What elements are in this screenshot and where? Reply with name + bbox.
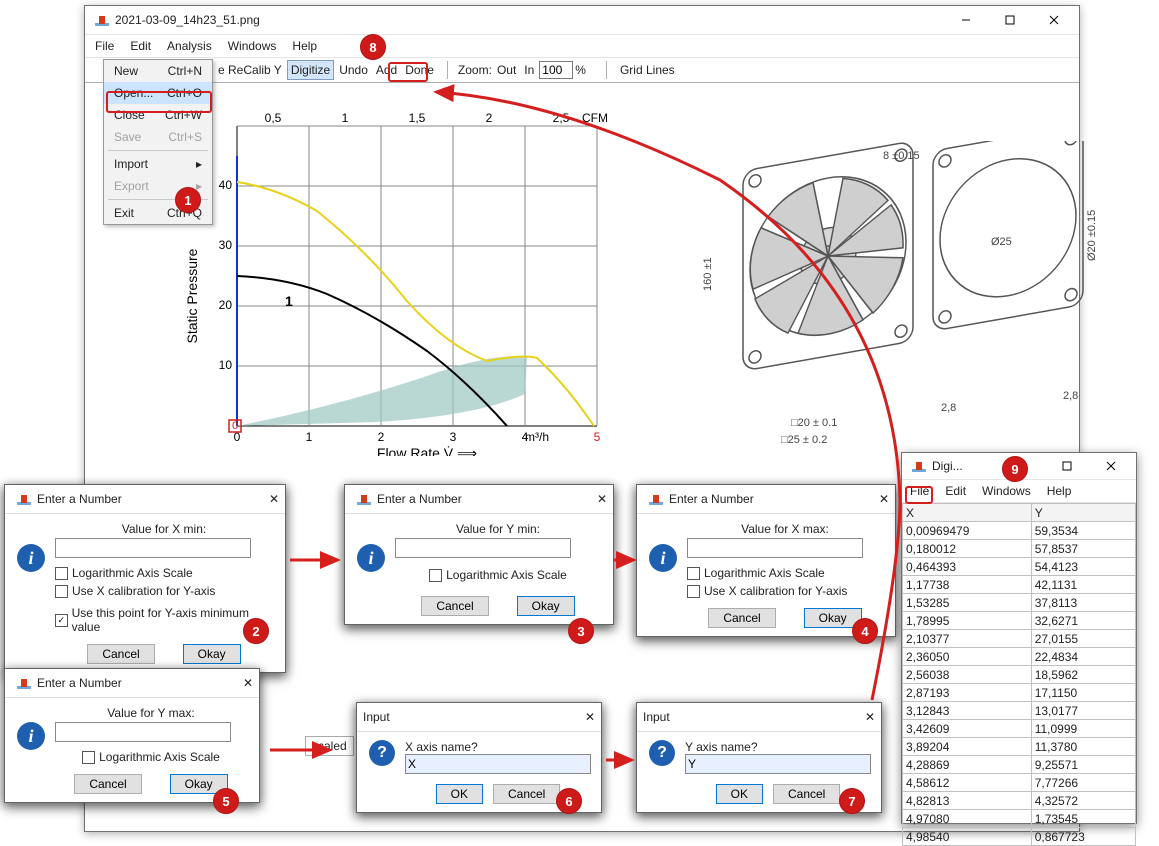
step-badge-1: 1: [175, 187, 201, 213]
highlight-done: [388, 62, 428, 82]
step-badge-2: 2: [243, 618, 269, 644]
step-badge-3: 3: [568, 618, 594, 644]
step-badge-4: 4: [852, 618, 878, 644]
step-badge-5: 5: [213, 788, 239, 814]
highlight-open: [106, 91, 212, 113]
highlight-data-file: [905, 486, 933, 504]
step-badge-7: 7: [839, 788, 865, 814]
step-badge-8: 8: [360, 34, 386, 60]
step-badge-6: 6: [556, 788, 582, 814]
step-badge-9: 9: [1002, 456, 1028, 482]
